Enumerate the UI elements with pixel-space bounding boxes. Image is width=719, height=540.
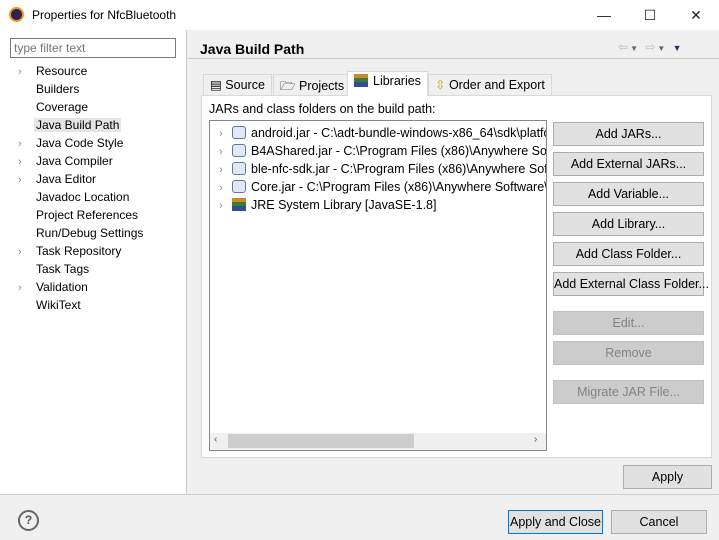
category-tree-panel: ›ResourceBuildersCoverageJava Build Path…	[0, 30, 187, 494]
tree-item[interactable]: Project References	[18, 206, 140, 224]
chevron-right-icon[interactable]: ›	[18, 135, 34, 153]
scroll-right-icon[interactable]: ›	[534, 434, 537, 445]
edit-button[interactable]: Edit...	[553, 311, 704, 335]
chevron-right-icon[interactable]: ›	[210, 197, 232, 215]
panel-caption: JARs and class folders on the build path…	[209, 102, 436, 116]
tree-item-label: Coverage	[36, 100, 89, 114]
chevron-right-icon[interactable]: ›	[210, 143, 232, 161]
close-button[interactable]: ✕	[673, 0, 719, 30]
chevron-right-icon[interactable]: ›	[18, 171, 34, 189]
add-class-folder-button[interactable]: Add Class Folder...	[553, 242, 704, 266]
tree-item[interactable]: Builders	[18, 80, 81, 98]
folder-icon: 🗁	[280, 79, 299, 93]
tree-item-label: Java Code Style	[36, 136, 124, 150]
list-item[interactable]: › android.jar - C:\adt-bundle-windows-x86…	[210, 124, 547, 143]
remove-button[interactable]: Remove	[553, 341, 704, 365]
tab-order-and-export[interactable]: ⇳ Order and Export	[428, 74, 552, 95]
divider	[0, 494, 719, 495]
tree-item-label: Project References	[36, 208, 139, 222]
jar-icon	[232, 144, 246, 157]
tree-item-label: Javadoc Location	[36, 190, 130, 204]
eclipse-icon	[9, 7, 24, 22]
add-variable-button[interactable]: Add Variable...	[553, 182, 704, 206]
divider	[188, 58, 719, 59]
order-icon: ⇳	[435, 78, 449, 92]
tree-item-label: Validation	[36, 280, 88, 294]
list-item[interactable]: › ble-nfc-sdk.jar - C:\Program Files (x86…	[210, 160, 547, 179]
back-icon[interactable]: ⇦	[618, 40, 630, 54]
chevron-right-icon[interactable]: ›	[18, 63, 34, 81]
jar-icon	[232, 180, 246, 193]
tree-item-label: Resource	[36, 64, 88, 78]
tree-item[interactable]: WikiText	[18, 296, 83, 314]
add-external-jars-button[interactable]: Add External JARs...	[553, 152, 704, 176]
tree-item[interactable]: Javadoc Location	[18, 188, 131, 206]
maximize-button[interactable]: ☐	[627, 0, 673, 30]
tree-item[interactable]: › Java Editor	[18, 170, 98, 188]
library-icon	[354, 74, 368, 87]
tree-item[interactable]: › Java Compiler	[18, 152, 115, 170]
tab-libraries[interactable]: Libraries	[347, 71, 428, 96]
tab-projects[interactable]: 🗁 Projects	[273, 74, 352, 95]
tree-item-label: Task Tags	[36, 262, 90, 276]
back-menu-icon[interactable]: ▼	[630, 44, 640, 53]
minimize-button[interactable]: —	[581, 0, 627, 30]
forward-menu-icon[interactable]: ▼	[657, 44, 667, 53]
list-item[interactable]: › JRE System Library [JavaSE-1.8]	[210, 196, 436, 214]
entry-label: JRE System Library [JavaSE-1.8]	[251, 198, 437, 212]
apply-button[interactable]: Apply	[623, 465, 712, 489]
chevron-right-icon[interactable]: ›	[210, 179, 232, 197]
scrollbar-thumb[interactable]	[228, 434, 414, 448]
list-item[interactable]: › B4AShared.jar - C:\Program Files (x86)\…	[210, 142, 547, 161]
filter-input[interactable]	[10, 38, 176, 58]
entry-label: android.jar - C:\adt-bundle-windows-x86_…	[251, 126, 547, 140]
tree-item[interactable]: Task Tags	[18, 260, 91, 278]
chevron-right-icon[interactable]: ›	[210, 161, 232, 179]
entry-label: B4AShared.jar - C:\Program Files (x86)\A…	[251, 144, 547, 158]
help-icon[interactable]: ?	[18, 510, 39, 531]
list-item[interactable]: › Core.jar - C:\Program Files (x86)\Anywh…	[210, 178, 546, 197]
forward-icon[interactable]: ⇨	[645, 40, 657, 54]
chevron-right-icon[interactable]: ›	[18, 279, 34, 297]
tree-item-label: Java Compiler	[36, 154, 113, 168]
jar-icon	[232, 162, 246, 175]
tree-item[interactable]: Run/Debug Settings	[18, 224, 145, 242]
tree-item-label: Task Repository	[36, 244, 122, 258]
tree-item[interactable]: Coverage	[18, 98, 90, 116]
view-menu-icon[interactable]: ▼	[673, 43, 684, 53]
chevron-right-icon[interactable]: ›	[18, 243, 34, 261]
tree-item-label: Builders	[36, 82, 80, 96]
library-icon	[232, 198, 246, 211]
migrate-jar-button[interactable]: Migrate JAR File...	[553, 380, 704, 404]
horizontal-scrollbar[interactable]: ‹ ›	[210, 433, 546, 450]
chevron-right-icon[interactable]: ›	[18, 153, 34, 171]
tree-item[interactable]: › Resource	[18, 62, 89, 80]
page-title: Java Build Path	[200, 41, 305, 57]
title-bar: Properties for NfcBluetooth — ☐ ✕	[0, 0, 719, 30]
tree-item[interactable]: Java Build Path	[18, 116, 122, 134]
tree-item-label: Java Editor	[36, 172, 97, 186]
add-library-button[interactable]: Add Library...	[553, 212, 704, 236]
entry-label: ble-nfc-sdk.jar - C:\Program Files (x86)…	[251, 162, 547, 176]
tree-item[interactable]: › Validation	[18, 278, 90, 296]
tree-item-label: Run/Debug Settings	[36, 226, 144, 240]
window-title: Properties for NfcBluetooth	[32, 8, 177, 22]
tree-item-label: Java Build Path	[34, 118, 122, 132]
tree-item[interactable]: › Task Repository	[18, 242, 123, 260]
tree-item[interactable]: › Java Code Style	[18, 134, 125, 152]
tree-item-label: WikiText	[36, 298, 81, 312]
source-icon: ▤	[210, 78, 226, 92]
add-jars-button[interactable]: Add JARs...	[553, 122, 704, 146]
page-nav: ⇦▼ ⇨▼ ▼	[618, 40, 684, 54]
build-path-list[interactable]: › android.jar - C:\adt-bundle-windows-x86…	[209, 120, 547, 451]
scroll-left-icon[interactable]: ‹	[214, 434, 217, 445]
chevron-right-icon[interactable]: ›	[210, 125, 232, 143]
tab-source[interactable]: ▤ Source	[203, 74, 272, 95]
add-external-class-folder-button[interactable]: Add External Class Folder...	[553, 272, 709, 296]
apply-and-close-button[interactable]: Apply and Close	[508, 510, 603, 534]
entry-label: Core.jar - C:\Program Files (x86)\Anywhe…	[251, 180, 546, 194]
cancel-button[interactable]: Cancel	[611, 510, 707, 534]
jar-icon	[232, 126, 246, 139]
